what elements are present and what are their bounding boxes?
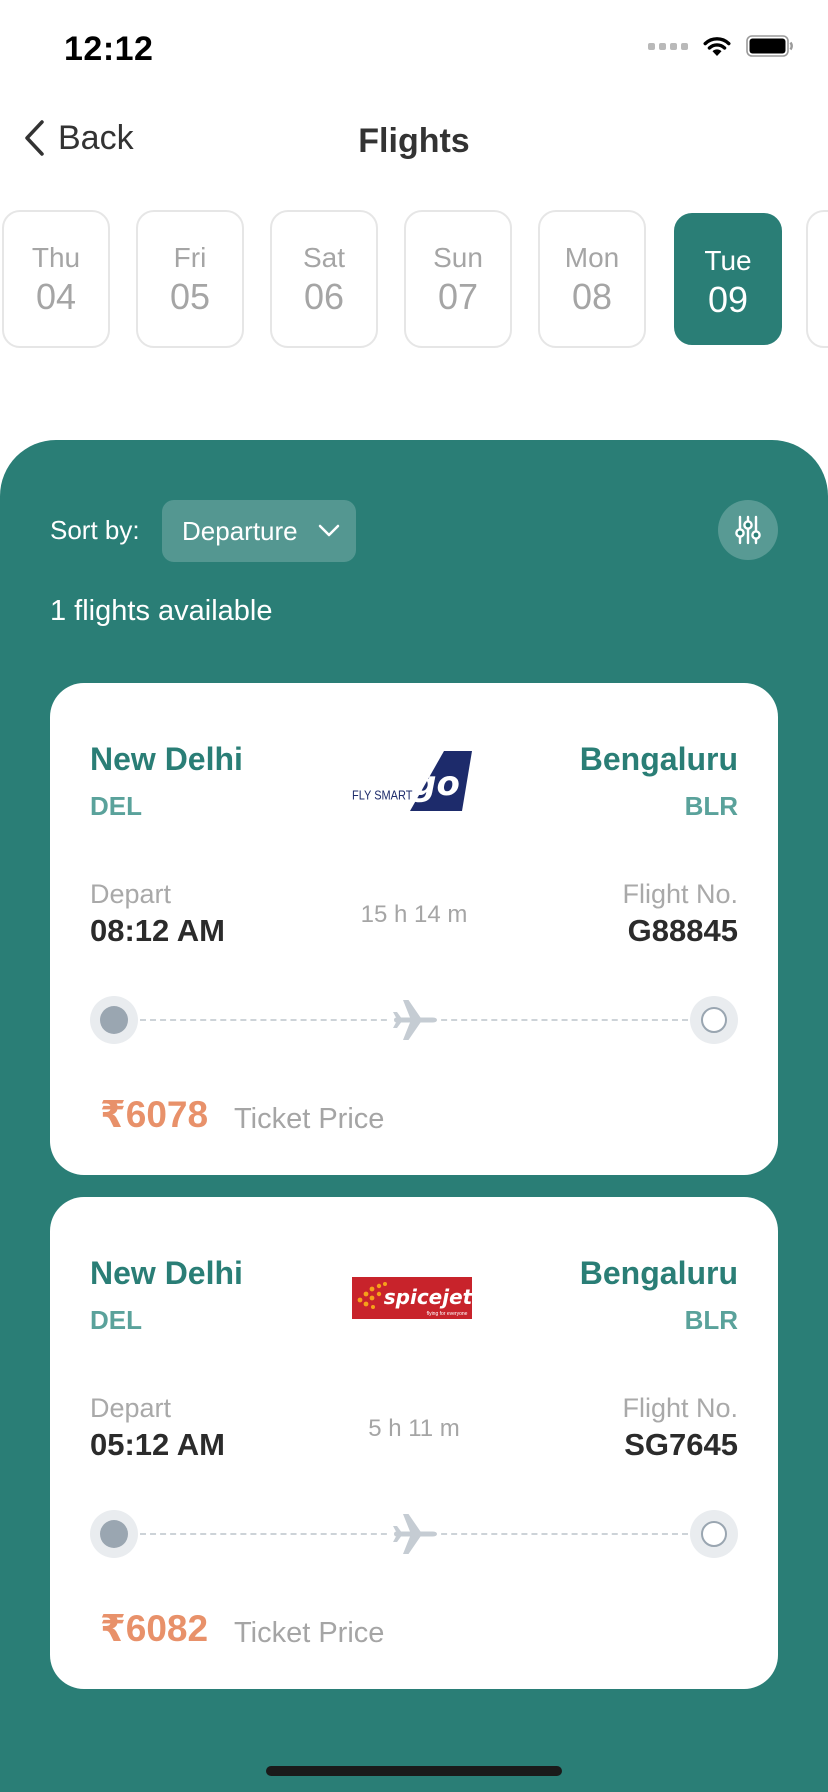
date-day-of-week: Sun xyxy=(433,242,483,273)
goair-logo-text: FLY SMART xyxy=(352,788,412,803)
flight-card[interactable]: New Delhi DEL go FLY SMART Bengaluru BLR… xyxy=(50,683,778,1175)
date-chip-tue-09-selected[interactable]: Tue 09 xyxy=(674,213,782,345)
spicejet-logo-tagline: flying for everyone xyxy=(427,1311,468,1317)
origin-city: New Delhi xyxy=(90,1255,243,1291)
destination-code: BLR xyxy=(684,791,738,821)
destination-dot-icon xyxy=(690,1510,738,1558)
page-title: Flights xyxy=(358,122,470,160)
goair-logo-mark: go xyxy=(412,764,460,804)
status-icons xyxy=(648,34,794,58)
date-day-of-week: Fri xyxy=(173,242,207,273)
date-day-of-week: Mon xyxy=(564,242,620,273)
date-chip-sun-07[interactable]: Sun 07 xyxy=(404,210,512,348)
ticket-price: ₹6078 xyxy=(100,1094,209,1135)
spicejet-logo-text: spicejet xyxy=(384,1285,472,1309)
date-chip-fri-05[interactable]: Fri 05 xyxy=(136,210,244,348)
date-day-number: 06 xyxy=(303,276,345,317)
date-day-number: 09 xyxy=(707,279,749,320)
flight-number-label: Flight No. xyxy=(622,1393,738,1423)
flight-number: G88845 xyxy=(627,913,738,948)
origin-code: DEL xyxy=(90,1305,142,1335)
date-chip-mon-08[interactable]: Mon 08 xyxy=(538,210,646,348)
flights-count: 1 flights available xyxy=(50,595,273,627)
wifi-icon xyxy=(703,37,731,56)
flight-card[interactable]: New Delhi DEL spicejet flying for everyo… xyxy=(50,1197,778,1689)
battery-icon xyxy=(746,35,793,57)
sort-dropdown[interactable]: Departure xyxy=(162,500,356,562)
status-bar: 12:12 xyxy=(0,0,828,100)
date-day-of-week: Sat xyxy=(302,242,346,273)
origin-city: New Delhi xyxy=(90,741,243,777)
sort-label: Sort by: xyxy=(50,515,140,545)
airplane-icon xyxy=(390,996,440,1044)
destination-dot-icon xyxy=(690,996,738,1044)
date-day-number: 05 xyxy=(169,276,211,317)
route-line xyxy=(90,1509,738,1559)
home-indicator xyxy=(266,1766,562,1776)
ticket-price: ₹6082 xyxy=(100,1608,209,1649)
destination-city: Bengaluru xyxy=(579,741,738,777)
spicejet-logo: spicejet flying for everyone xyxy=(352,1277,472,1319)
nav-bar: Back Flights xyxy=(0,110,828,170)
ticket-price-label: Ticket Price xyxy=(234,1103,385,1135)
filter-button[interactable] xyxy=(718,500,778,560)
sliders-icon xyxy=(735,515,761,545)
date-day-number: 07 xyxy=(437,276,479,317)
cellular-signal-icon xyxy=(648,42,688,50)
results-panel: Sort by: Departure 1 flights available N… xyxy=(0,440,828,1792)
date-chip-thu-04[interactable]: Thu 04 xyxy=(2,210,110,348)
flight-number-label: Flight No. xyxy=(622,879,738,909)
status-time: 12:12 xyxy=(64,30,154,68)
sort-value: Departure xyxy=(182,515,298,546)
date-day-number: 04 xyxy=(35,276,77,317)
chevron-down-icon xyxy=(318,524,339,537)
date-day-of-week: Thu xyxy=(31,242,81,273)
ticket-price-label: Ticket Price xyxy=(234,1617,385,1649)
goair-logo: go FLY SMART xyxy=(352,751,472,811)
date-chip-next-partial[interactable] xyxy=(806,210,828,348)
origin-dot-icon xyxy=(90,1510,138,1558)
origin-dot-icon xyxy=(90,996,138,1044)
date-selector: Thu 04 Fri 05 Sat 06 Sun 07 Mon 08 Tue 0… xyxy=(0,210,828,350)
origin-code: DEL xyxy=(90,791,142,821)
destination-city: Bengaluru xyxy=(579,1255,738,1291)
airplane-icon xyxy=(390,1510,440,1558)
date-day-of-week: Tue xyxy=(704,245,752,276)
route-line xyxy=(90,995,738,1045)
date-day-number: 08 xyxy=(571,276,613,317)
date-chip-sat-06[interactable]: Sat 06 xyxy=(270,210,378,348)
destination-code: BLR xyxy=(684,1305,738,1335)
flight-number: SG7645 xyxy=(624,1427,738,1462)
